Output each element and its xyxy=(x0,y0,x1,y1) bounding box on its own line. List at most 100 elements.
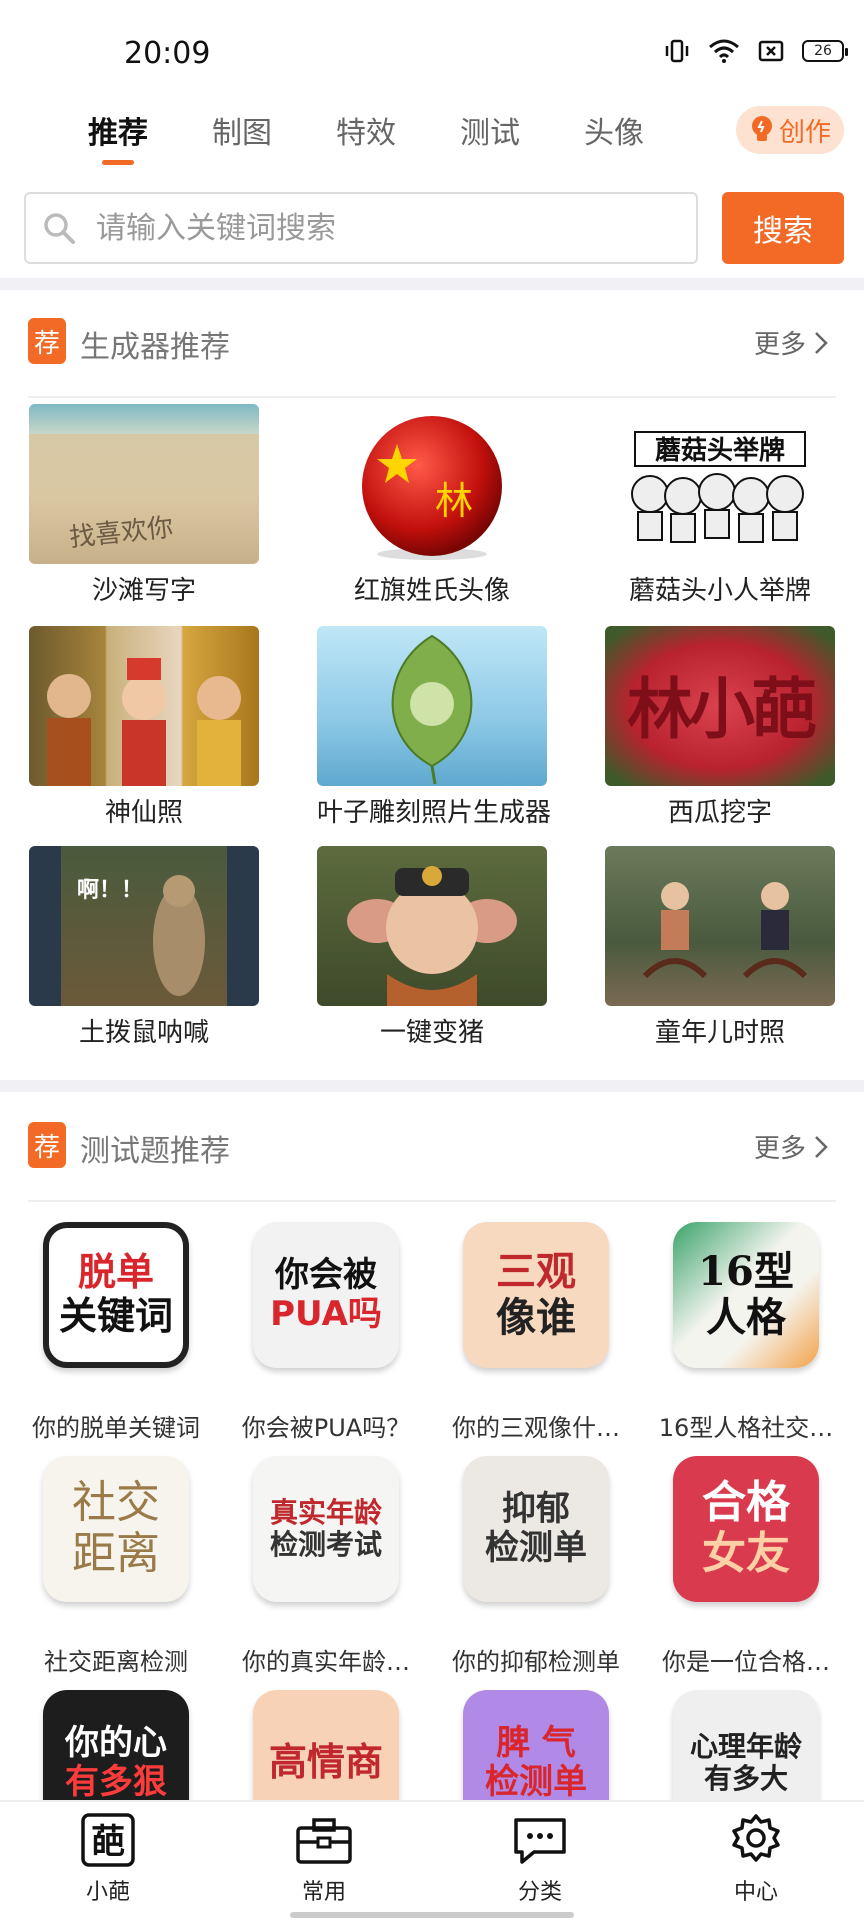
generator-item-leaf-carving[interactable]: 叶子雕刻照片生成器 xyxy=(317,626,552,829)
quiz-item-real-age[interactable]: 真实年龄 检测考试 你的真实年龄… xyxy=(220,1456,432,1677)
children-image xyxy=(642,882,808,979)
red-flag-thumbnail: 林 xyxy=(317,404,547,564)
section-divider xyxy=(0,1080,864,1092)
nav-item-center[interactable]: 中心 xyxy=(696,1812,816,1906)
tab-active-indicator xyxy=(102,160,134,165)
quiz-thumbnail: 合格 女友 xyxy=(673,1456,819,1602)
nav-label: 小葩 xyxy=(85,1880,130,1905)
tab-recommend[interactable]: 推荐 xyxy=(88,108,148,152)
section-divider xyxy=(0,278,864,290)
quizzes-title: 测试题推荐 xyxy=(80,1134,230,1169)
quiz-art-line1: 脾 气 xyxy=(496,1722,576,1763)
generator-label: 叶子雕刻照片生成器 xyxy=(317,798,552,828)
tab-avatar[interactable]: 头像 xyxy=(584,108,644,152)
nav-item-category[interactable]: 分类 xyxy=(480,1812,600,1906)
mushroom-sign-thumbnail: 蘑菇头举牌 xyxy=(605,404,835,564)
quiz-art-line1: 你的心 xyxy=(65,1722,167,1763)
search-button[interactable]: 搜索 xyxy=(722,192,844,264)
tab-effects[interactable]: 特效 xyxy=(336,108,396,152)
nav-label: 常用 xyxy=(301,1880,346,1905)
chevron-right-icon xyxy=(815,331,828,354)
battery-icon: 26 xyxy=(802,40,848,62)
quiz-item-16-personality[interactable]: 16型 人格 16型人格社交… xyxy=(640,1222,852,1443)
toolbox-icon xyxy=(296,1818,352,1864)
red-ball-image: 林 xyxy=(362,416,502,560)
generator-label: 沙滩写字 xyxy=(91,576,196,606)
quiz-art-line2: 有多大 xyxy=(703,1762,788,1795)
quiz-item-qualified-girlfriend[interactable]: 合格 女友 你是一位合格… xyxy=(640,1456,852,1677)
wifi-icon xyxy=(709,39,739,63)
watermelon-thumbnail: 林小葩 xyxy=(605,626,835,786)
svg-text:林: 林 xyxy=(435,479,473,523)
pig-face-image xyxy=(347,866,517,1006)
generators-more-button[interactable]: 更多 xyxy=(754,324,828,361)
quiz-label: 你会被PUA吗？ xyxy=(241,1414,411,1442)
quiz-label: 你的脱单关键词 xyxy=(32,1414,200,1442)
quiz-item-pua[interactable]: 你会被 PUA吗 你会被PUA吗？ xyxy=(220,1222,432,1443)
generator-item-pig-transform[interactable]: 一键变猪 xyxy=(317,846,547,1049)
generator-item-mushroom-sign[interactable]: 蘑菇头举牌 蘑菇头小人举牌 xyxy=(605,404,835,607)
quiz-label: 你是一位合格… xyxy=(662,1648,830,1676)
quiz-art-line1: 脱单 xyxy=(77,1250,154,1295)
generator-label: 一键变猪 xyxy=(379,1018,484,1048)
quiz-art-line1: 16型 xyxy=(698,1248,794,1295)
status-time: 20:09 xyxy=(124,36,211,71)
tab-draw[interactable]: 制图 xyxy=(212,108,272,152)
marmot-thumbnail: 啊！！ xyxy=(29,846,259,1006)
home-indicator[interactable] xyxy=(290,1912,574,1918)
nav-label: 中心 xyxy=(733,1880,778,1905)
quiz-thumbnail: 你会被 PUA吗 xyxy=(253,1222,399,1368)
status-bar: 20:09 26 xyxy=(0,0,864,100)
more-label: 更多 xyxy=(753,330,806,360)
quizzes-header: 荐 测试题推荐 更多 xyxy=(28,1122,836,1202)
quiz-art-line2: 检测单 xyxy=(485,1762,587,1802)
create-button[interactable]: 创作 xyxy=(736,106,844,154)
generator-item-marmot-scream[interactable]: 啊！！ 土拨鼠呐喊 xyxy=(29,846,259,1049)
quiz-art-line2: PUA吗 xyxy=(270,1294,382,1334)
quiz-art-line1: 合格 xyxy=(702,1477,790,1529)
generator-item-childhood-photo[interactable]: 童年儿时照 xyxy=(605,846,835,1049)
generators-title: 生成器推荐 xyxy=(80,330,230,365)
quiz-art-line1: 你会被 xyxy=(275,1254,377,1295)
quiz-art-line2: 女友 xyxy=(702,1528,790,1579)
quiz-art-line2: 距离 xyxy=(72,1528,160,1579)
quiz-thumbnail: 16型 人格 xyxy=(673,1222,819,1368)
quiz-thumbnail: 脱单 关键词 xyxy=(43,1222,189,1368)
quiz-label: 你的真实年龄… xyxy=(242,1648,410,1676)
immortal-photo-thumbnail xyxy=(29,626,259,786)
generator-item-beach-writing[interactable]: 找喜欢你 沙滩写字 xyxy=(29,404,259,607)
quiz-thumbnail: 社交 距离 xyxy=(43,1456,189,1602)
quiz-item-social-distance[interactable]: 社交 距离 社交距离检测 xyxy=(10,1456,222,1677)
nav-item-common[interactable]: 常用 xyxy=(264,1812,384,1906)
vibrate-icon xyxy=(665,39,689,63)
quiz-item-depression[interactable]: 抑郁 检测单 你的抑郁检测单 xyxy=(430,1456,642,1677)
search-input[interactable] xyxy=(96,210,656,246)
generator-item-red-flag-avatar[interactable]: 林 红旗姓氏头像 xyxy=(317,404,547,607)
quizzes-more-button[interactable]: 更多 xyxy=(754,1128,828,1165)
quiz-item-love-keyword[interactable]: 脱单 关键词 你的脱单关键词 xyxy=(10,1222,222,1443)
generator-item-immortal-photo[interactable]: 神仙照 xyxy=(29,626,259,829)
quiz-item-values[interactable]: 三观 像谁 你的三观像什… xyxy=(430,1222,642,1443)
generator-label: 土拨鼠呐喊 xyxy=(78,1018,209,1048)
quiz-art-line2: 检测单 xyxy=(485,1528,587,1568)
quiz-art-line2: 像谁 xyxy=(496,1295,576,1341)
nav-label: 分类 xyxy=(517,1880,562,1905)
search-bar xyxy=(24,192,698,264)
three-faces-image xyxy=(47,658,241,786)
tab-test[interactable]: 测试 xyxy=(460,108,520,152)
quiz-label: 社交距离检测 xyxy=(44,1648,188,1676)
quiz-label: 16型人格社交… xyxy=(658,1414,834,1442)
pig-thumbnail xyxy=(317,846,547,1006)
leaf-image xyxy=(391,634,473,785)
nav-item-xiaopa[interactable]: 葩 小葩 xyxy=(48,1812,168,1906)
quiz-art-line1: 抑郁 xyxy=(502,1488,570,1529)
app-screen: 20:09 26 推荐 制图 特效 测试 头像 创作 搜索 荐 生成器推荐 更多 xyxy=(0,0,864,1920)
beach-writing-thumbnail: 找喜欢你 xyxy=(29,404,259,564)
quiz-art-line1: 高情商 xyxy=(268,1740,383,1785)
childhood-thumbnail xyxy=(605,846,835,1006)
recommend-badge: 荐 xyxy=(28,1122,66,1168)
quiz-label: 你的三观像什… xyxy=(452,1414,620,1442)
quiz-art-line1: 社交 xyxy=(72,1477,160,1529)
generator-item-watermelon-carving[interactable]: 林小葩 西瓜挖字 xyxy=(605,626,835,829)
quiz-thumbnail: 真实年龄 检测考试 xyxy=(253,1456,399,1602)
